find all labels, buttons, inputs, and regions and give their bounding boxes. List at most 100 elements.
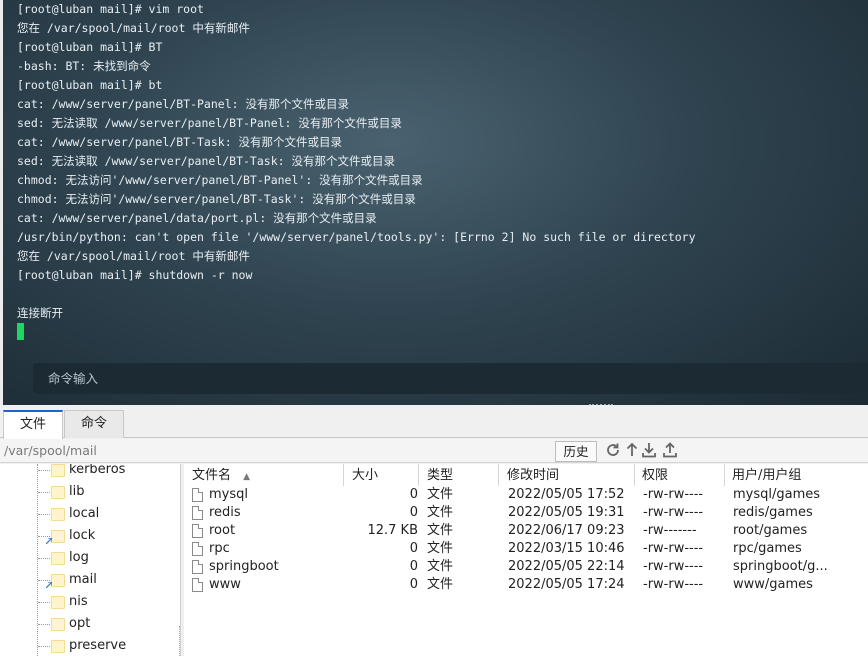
up-arrow-icon[interactable] [624, 442, 640, 458]
refresh-icon[interactable] [605, 442, 621, 458]
tree-guide-line [37, 464, 38, 656]
terminal-line: [root@luban mail]# bt [17, 78, 163, 92]
folder-icon [51, 574, 65, 587]
file-type: 文件 [427, 541, 454, 556]
file-row[interactable]: springboot 0 文件 2022/05/05 22:14 -rw-rw-… [184, 558, 868, 576]
tab-files[interactable]: 文件 [3, 410, 63, 439]
file-mtime: 2022/05/05 17:24 [508, 577, 625, 592]
folder-icon [51, 464, 65, 477]
column-header-permission[interactable]: 权限 [635, 464, 725, 486]
tree-item-local[interactable]: local [0, 504, 180, 526]
file-name: www [209, 577, 241, 592]
tree-connector [38, 470, 52, 471]
file-size: 0 [409, 559, 418, 574]
terminal-line: chmod: 无法访问'/www/server/panel/BT-Panel':… [17, 173, 423, 187]
file-row[interactable]: www 0 文件 2022/05/05 17:24 -rw-rw---- www… [184, 576, 868, 594]
terminal-line: -bash: BT: 未找到命令 [17, 59, 151, 73]
file-size: 0 [409, 541, 418, 556]
file-type: 文件 [427, 487, 454, 502]
file-permission: -rw-rw---- [643, 541, 704, 556]
tree-connector [38, 514, 52, 515]
history-button[interactable]: 历史 [555, 441, 597, 462]
file-icon [192, 578, 203, 592]
file-owner: rpc/games [733, 541, 802, 556]
column-header-type[interactable]: 类型 [419, 464, 499, 486]
tree-item-log[interactable]: log [0, 548, 180, 570]
folder-icon [51, 486, 65, 499]
file-icon [192, 542, 203, 556]
tree-item-nis[interactable]: nis [0, 592, 180, 614]
sort-asc-icon: ▲ [243, 472, 251, 482]
file-icon [192, 524, 203, 538]
file-owner: redis/games [733, 505, 813, 520]
file-size: 12.7 KB [367, 523, 418, 538]
symlink-icon [46, 582, 52, 588]
tree-item-preserve[interactable]: preserve [0, 636, 180, 656]
terminal-line: [root@luban mail]# BT [17, 40, 163, 54]
tree-connector [38, 558, 52, 559]
file-row[interactable]: root 12.7 KB 文件 2022/06/17 09:23 -rw----… [184, 522, 868, 540]
tree-connector [38, 580, 52, 581]
file-type: 文件 [427, 559, 454, 574]
file-permission: -rw-rw---- [643, 487, 704, 502]
column-header-label: 文件名 [192, 468, 232, 483]
symlink-icon [46, 538, 52, 544]
terminal-output: [root@luban mail]# vim root 您在 /var/spoo… [17, 0, 696, 323]
file-row[interactable]: mysql 0 文件 2022/05/05 17:52 -rw-rw---- m… [184, 486, 868, 504]
file-type: 文件 [427, 577, 454, 592]
terminal-line: [root@luban mail]# vim root [17, 2, 204, 16]
file-owner: mysql/games [733, 487, 821, 502]
file-icon [192, 488, 203, 502]
file-row[interactable]: redis 0 文件 2022/05/05 19:31 -rw-rw---- r… [184, 504, 868, 522]
terminal-line: cat: /www/server/panel/BT-Panel: 没有那个文件或… [17, 97, 349, 111]
command-input[interactable]: 命令输入 [33, 363, 868, 394]
tree-scrollbar[interactable] [179, 626, 183, 656]
tree-item-opt[interactable]: opt [0, 614, 180, 636]
file-list-header: 文件名 ▲ 大小 类型 修改时间 权限 用户/用户组 [184, 464, 868, 486]
folder-icon [51, 640, 65, 653]
file-row[interactable]: rpc 0 文件 2022/03/15 10:46 -rw-rw---- rpc… [184, 540, 868, 558]
tree-item-lock[interactable]: lock [0, 526, 180, 548]
file-type: 文件 [427, 505, 454, 520]
tree-item-kerberos[interactable]: kerberos [0, 464, 180, 482]
path-input[interactable]: /var/spool/mail [4, 441, 552, 461]
terminal-line: 您在 /var/spool/mail/root 中有新邮件 [17, 21, 250, 35]
command-input-placeholder: 命令输入 [48, 371, 99, 386]
file-mtime: 2022/05/05 17:52 [508, 487, 625, 502]
folder-icon [51, 552, 65, 565]
file-name: root [209, 523, 236, 538]
file-permission: -rw-rw---- [643, 559, 704, 574]
terminal-line: chmod: 无法访问'/www/server/panel/BT-Task': … [17, 192, 416, 206]
file-mtime: 2022/05/05 22:14 [508, 559, 625, 574]
terminal-cursor [17, 323, 24, 340]
file-mtime: 2022/05/05 19:31 [508, 505, 625, 520]
path-toolbar: /var/spool/mail 历史 [0, 439, 868, 463]
file-owner: root/games [733, 523, 808, 538]
tab-commands[interactable]: 命令 [64, 410, 124, 438]
tree-connector [38, 602, 52, 603]
column-header-size[interactable]: 大小 [344, 464, 419, 486]
file-permission: -rw------- [643, 523, 697, 538]
column-header-owner[interactable]: 用户/用户组 [725, 464, 835, 486]
upload-icon[interactable] [662, 442, 678, 458]
terminal-line: 您在 /var/spool/mail/root 中有新邮件 [17, 249, 250, 263]
file-name: springboot [209, 559, 279, 574]
tree-item-label: lib [69, 484, 85, 499]
panel-edge [0, 0, 3, 405]
column-header-name[interactable]: 文件名 ▲ [184, 464, 344, 486]
column-header-mtime[interactable]: 修改时间 [499, 464, 635, 486]
download-icon[interactable] [641, 442, 657, 458]
tree-connector [38, 536, 52, 537]
file-size: 0 [409, 487, 418, 502]
tree-item-lib[interactable]: lib [0, 482, 180, 504]
terminal-panel[interactable]: [root@luban mail]# vim root 您在 /var/spoo… [0, 0, 868, 405]
tree-item-label: local [69, 506, 100, 521]
file-size: 0 [409, 577, 418, 592]
tree-item-label: lock [69, 528, 96, 543]
file-icon [192, 560, 203, 574]
tree-connector [38, 624, 52, 625]
tree-item-mail[interactable]: mail [0, 570, 180, 592]
file-permission: -rw-rw---- [643, 577, 704, 592]
tab-bar: 文件 命令 [0, 405, 868, 439]
